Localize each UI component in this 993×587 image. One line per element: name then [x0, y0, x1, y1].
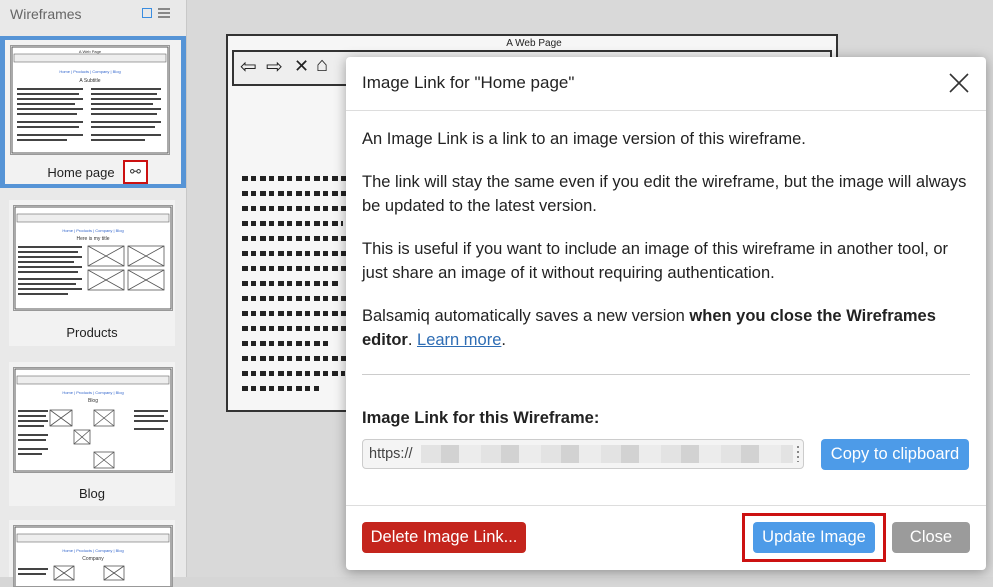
thumb-nav-text: Home | Products | Company | Blog	[62, 548, 123, 553]
update-image-button[interactable]: Update Image	[753, 522, 875, 553]
wireframe-text-block	[242, 176, 352, 401]
sidebar-item-company[interactable]: Home | Products | Company | Blog Company	[9, 520, 175, 587]
autosave-paragraph: Balsamiq automatically saves a new versi…	[362, 304, 972, 352]
thumb-nav-text: Home | Products | Company | Blog	[62, 228, 123, 233]
autosave-text: Balsamiq automatically saves a new versi…	[362, 307, 690, 325]
sidebar-title: Wireframes	[10, 6, 82, 22]
thumbnail-sketch: Home | Products | Company | Blog Blog	[14, 368, 172, 472]
dialog-divider	[346, 110, 986, 111]
autosave-period: .	[501, 331, 506, 349]
company-thumbnail: Home | Products | Company | Blog Company	[13, 525, 173, 587]
thumb-subtitle: Blog	[88, 398, 98, 404]
forward-arrow-icon: ⇨	[266, 56, 283, 78]
thumb-nav-text: Home | Products | Company | Blog	[62, 390, 123, 395]
image-link-url-field[interactable]: https://	[362, 439, 804, 469]
link-stability-paragraph: The link will stay the same even if you …	[362, 173, 967, 215]
usage-paragraph: This is useful if you want to include an…	[362, 240, 949, 282]
wireframe-window-title: A Web Page	[506, 38, 562, 49]
back-arrow-icon: ⇦	[240, 56, 257, 78]
section-divider	[362, 374, 970, 375]
delete-image-link-button[interactable]: Delete Image Link...	[362, 522, 526, 553]
sidebar-item-label: Products	[66, 325, 118, 340]
intro-paragraph: An Image Link is a link to an image vers…	[362, 130, 806, 148]
grid-view-icon[interactable]	[142, 8, 152, 18]
image-link-label: Image Link for this Wireframe:	[362, 409, 600, 427]
image-link-icon[interactable]: ⚯	[123, 160, 148, 184]
list-view-icon[interactable]	[158, 7, 170, 19]
image-link-url-text: https://	[369, 446, 413, 462]
learn-more-link[interactable]: Learn more	[417, 331, 501, 349]
sidebar-item-blog[interactable]: Home | Products | Company | Blog Blog Bl…	[9, 362, 175, 506]
close-icon[interactable]	[947, 71, 971, 95]
thumb-subtitle: Company	[82, 556, 104, 562]
thumb-subtitle: A Subtitle	[79, 78, 100, 84]
blog-thumbnail: Home | Products | Company | Blog Blog	[13, 367, 173, 473]
home-icon: ⌂	[316, 54, 329, 76]
wireframes-sidebar: Wireframes A Web Page Home | Products | …	[0, 0, 187, 587]
sidebar-header: Wireframes	[0, 0, 186, 30]
close-button[interactable]: Close	[892, 522, 970, 553]
sidebar-item-label: Blog	[78, 486, 106, 501]
products-thumbnail: Home | Products | Company | Blog Here is…	[13, 205, 173, 311]
sidebar-item-home-page[interactable]: A Web Page Home | Products | Company | B…	[0, 36, 186, 188]
sidebar-item-products[interactable]: Home | Products | Company | Blog Here is…	[9, 200, 175, 346]
image-link-dialog: Image Link for "Home page" An Image Link…	[346, 57, 986, 570]
thumbnail-sketch: Home | Products | Company | Blog Here is…	[14, 206, 172, 310]
autosave-text-end: .	[407, 331, 418, 349]
thumb-nav-text: Home | Products | Company | Blog	[59, 69, 120, 74]
copy-to-clipboard-button[interactable]: Copy to clipboard	[821, 439, 969, 470]
thumb-header-text: A Web Page	[79, 49, 102, 54]
redacted-url-region	[421, 445, 793, 463]
field-grip-icon	[797, 446, 799, 462]
stop-x-icon: ✕	[294, 56, 310, 76]
thumb-subtitle: Here is my title	[76, 236, 109, 242]
thumbnail-sketch: Home | Products | Company | Blog Company	[14, 526, 172, 586]
thumbnail-sketch: A Web Page Home | Products | Company | B…	[11, 46, 169, 154]
dialog-footer-divider	[346, 505, 986, 506]
dialog-title: Image Link for "Home page"	[362, 73, 575, 92]
home-page-thumbnail: A Web Page Home | Products | Company | B…	[10, 45, 170, 155]
